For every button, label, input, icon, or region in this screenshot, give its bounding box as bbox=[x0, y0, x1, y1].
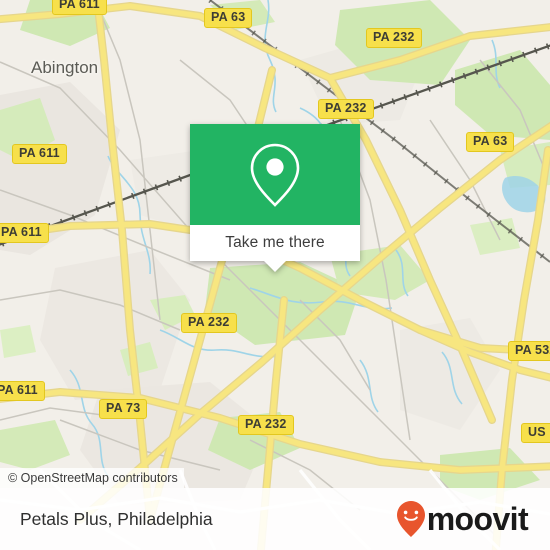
map-attribution[interactable]: © OpenStreetMap contributors bbox=[0, 468, 184, 488]
road-shield-pa232-lower: PA 232 bbox=[238, 415, 294, 435]
moovit-logo[interactable]: moovit bbox=[396, 500, 529, 538]
road-shield-pa611-left-lower: PA 611 bbox=[0, 381, 45, 401]
road-shield-pa232-upper: PA 232 bbox=[318, 99, 374, 119]
popup-image-area bbox=[190, 124, 360, 225]
road-shield-pa611-left-mid: PA 611 bbox=[0, 223, 49, 243]
attribution-text: © OpenStreetMap contributors bbox=[8, 471, 178, 485]
road-shield-pa532: PA 532 bbox=[508, 341, 550, 361]
map-screenshot: Abington PA 611 PA 63 PA 232 PA 232 PA 6… bbox=[0, 0, 550, 550]
road-shield-pa73: PA 73 bbox=[99, 399, 148, 419]
place-label-abington: Abington bbox=[31, 58, 99, 77]
road-shield-pa63-right: PA 63 bbox=[466, 132, 515, 152]
take-me-there-label: Take me there bbox=[225, 234, 325, 251]
moovit-wordmark: moovit bbox=[426, 501, 529, 537]
road-shield-pa611-left-upper: PA 611 bbox=[12, 144, 67, 164]
popup-action-bar[interactable]: Take me there bbox=[190, 225, 360, 272]
map-pin-icon bbox=[250, 143, 300, 207]
road-shield-us1: US 1 bbox=[521, 423, 550, 443]
moovit-pin-icon bbox=[396, 501, 425, 537]
road-shield-pa611-top: PA 611 bbox=[52, 0, 107, 15]
road-shield-pa232-topright: PA 232 bbox=[366, 28, 422, 48]
location-popup-card[interactable]: Take me there bbox=[190, 124, 360, 272]
road-shield-pa232-center: PA 232 bbox=[181, 313, 237, 333]
location-title: Petals Plus, Philadelphia bbox=[20, 508, 213, 529]
popup-pointer-tail bbox=[264, 261, 286, 272]
road-shield-pa63-top: PA 63 bbox=[204, 8, 253, 28]
footer-bar: Petals Plus, Philadelphia moovit bbox=[0, 488, 550, 550]
